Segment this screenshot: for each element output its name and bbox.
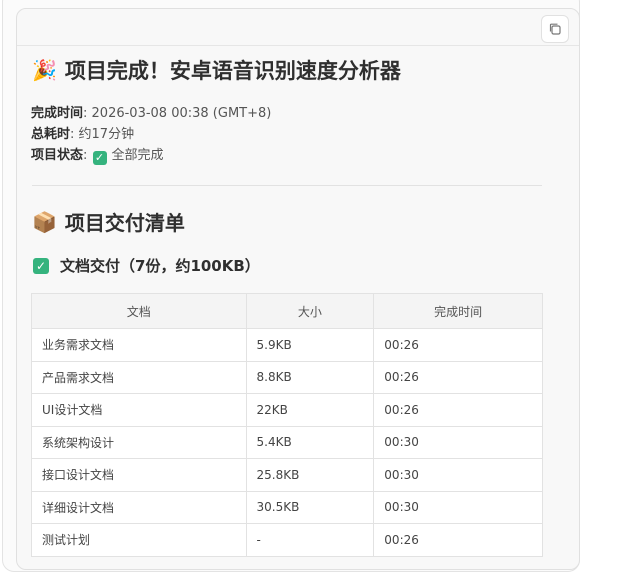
completion-time-value: 2026-03-08 00:38 (GMT+8) xyxy=(91,106,272,121)
table-cell-time: 00:30 xyxy=(373,425,543,459)
table-cell-size: 30.5KB xyxy=(245,490,375,524)
card-divider-top xyxy=(17,45,579,46)
table-cell-size: 25.8KB xyxy=(245,458,375,492)
package-icon: 📦 xyxy=(32,209,57,234)
table-cell-doc: UI设计文档 xyxy=(31,393,247,427)
status-value: 全部完成 xyxy=(111,148,164,163)
table-cell-time: 00:26 xyxy=(373,393,543,427)
duration-label: 总耗时 xyxy=(31,127,71,142)
deliverables-table: 文档 大小 完成时间 业务需求文档 5.9KB 00:26 产品需求文档 8.8… xyxy=(31,293,543,557)
table-cell-time: 00:30 xyxy=(373,490,543,524)
check-icon: ✓ xyxy=(92,150,107,165)
completion-time-line: 完成时间: 2026-03-08 00:38 (GMT+8) xyxy=(31,106,272,121)
table-cell-time: 00:30 xyxy=(373,458,543,492)
section-divider xyxy=(32,185,542,186)
table-header-time: 完成时间 xyxy=(373,293,543,329)
copy-button[interactable] xyxy=(541,15,569,43)
table-cell-size: 22KB xyxy=(245,393,375,427)
status-line: 项目状态: ✓ 全部完成 xyxy=(31,148,164,165)
party-popper-icon: 🎉 xyxy=(32,58,57,82)
table-row: UI设计文档 22KB 00:26 xyxy=(31,393,543,427)
table-cell-doc: 详细设计文档 xyxy=(31,490,247,524)
table-cell-size: 5.4KB xyxy=(245,425,375,459)
table-row: 产品需求文档 8.8KB 00:26 xyxy=(31,360,543,394)
table-cell-time: 00:26 xyxy=(373,360,543,394)
table-cell-doc: 系统架构设计 xyxy=(31,425,247,459)
subsection-heading-text: 文档交付（7份，约100KB） xyxy=(60,257,260,275)
table-row: 测试计划 - 00:26 xyxy=(31,523,543,557)
section-heading-text: 项目交付清单 xyxy=(64,211,185,235)
section-heading: 📦 项目交付清单 xyxy=(32,207,185,236)
table-header-size: 大小 xyxy=(245,293,375,329)
duration-value: 约17分钟 xyxy=(78,127,135,142)
table-cell-time: 00:26 xyxy=(373,523,543,557)
table-cell-doc: 测试计划 xyxy=(31,523,247,557)
table-cell-doc: 产品需求文档 xyxy=(31,360,247,394)
table-row: 业务需求文档 5.9KB 00:26 xyxy=(31,328,543,362)
table-cell-size: 8.8KB xyxy=(245,360,375,394)
message-card: 🎉 项目完成！安卓语音识别速度分析器 完成时间: 2026-03-08 00:3… xyxy=(16,8,580,570)
copy-icon xyxy=(549,23,561,35)
table-cell-doc: 接口设计文档 xyxy=(31,458,247,492)
table-header-doc: 文档 xyxy=(31,293,247,329)
check-icon: ✓ xyxy=(33,257,49,274)
subsection-heading: ✓ 文档交付（7份，约100KB） xyxy=(32,255,260,276)
table-cell-size: 5.9KB xyxy=(245,328,375,362)
page-title-text: 项目完成！安卓语音识别速度分析器 xyxy=(64,59,401,83)
table-cell-time: 00:26 xyxy=(373,328,543,362)
table-row: 详细设计文档 30.5KB 00:30 xyxy=(31,490,543,524)
table-header-row: 文档 大小 完成时间 xyxy=(31,293,543,329)
page-title: 🎉 项目完成！安卓语音识别速度分析器 xyxy=(32,55,401,85)
table-cell-size: - xyxy=(245,523,375,557)
completion-time-label: 完成时间 xyxy=(31,106,84,121)
table-row: 接口设计文档 25.8KB 00:30 xyxy=(31,458,543,492)
status-label: 项目状态 xyxy=(31,148,84,163)
table-row: 系统架构设计 5.4KB 00:30 xyxy=(31,425,543,459)
duration-line: 总耗时: 约17分钟 xyxy=(31,127,135,142)
table-cell-doc: 业务需求文档 xyxy=(31,328,247,362)
